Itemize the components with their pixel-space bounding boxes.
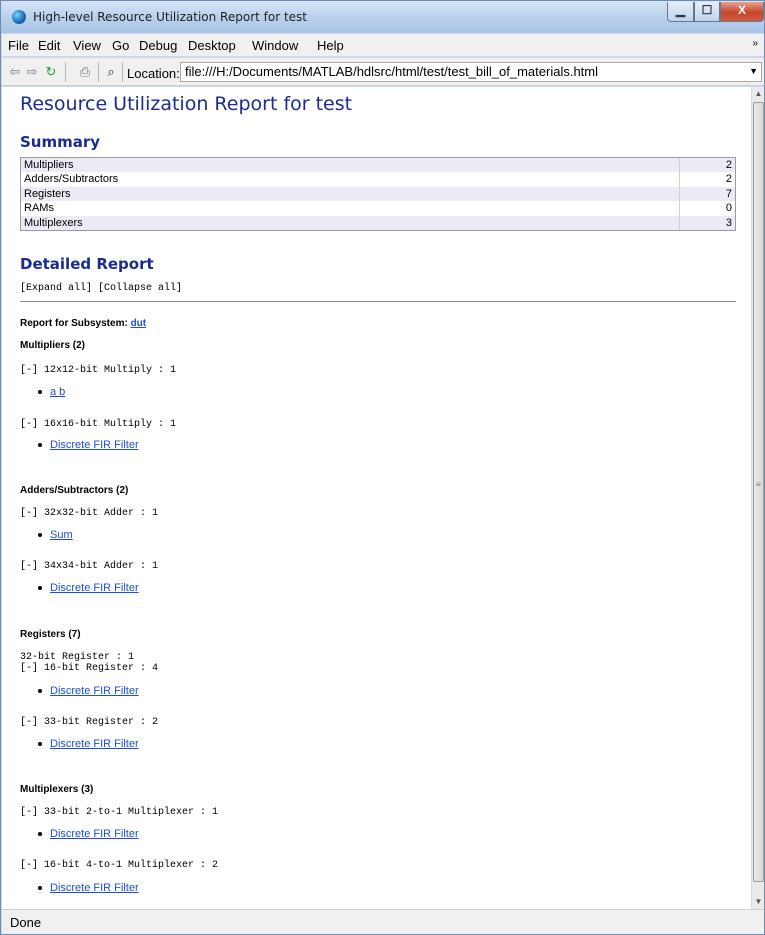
subsystem-label: Report for Subsystem: <box>20 318 128 329</box>
table-row: RAMs 0 <box>21 201 735 216</box>
reg-1-toggle[interactable]: [-] 16-bit Register : 4 <box>20 663 158 674</box>
find-icon[interactable]: ⌕ <box>103 64 119 80</box>
mult-2-toggle[interactable]: [-] 16x16-bit Multiply : 1 <box>20 419 176 430</box>
list-item: Discrete FIR Filter <box>38 685 139 697</box>
browser-window: High-level Resource Utilization Report f… <box>0 0 765 935</box>
scroll-down-icon[interactable]: ▼ <box>752 895 765 909</box>
collapse-all-link[interactable]: [Collapse all] <box>98 283 182 294</box>
close-button[interactable]: X <box>720 2 764 22</box>
table-row: Registers 7 <box>21 186 735 202</box>
location-label: Location: <box>127 66 180 81</box>
reg-0-text: 32-bit Register : 1 <box>20 652 135 663</box>
mult-2-link[interactable]: Discrete FIR Filter <box>50 439 139 451</box>
status-bar: Done <box>2 909 764 934</box>
menu-view[interactable]: View <box>73 38 101 53</box>
row-label: Multiplexers <box>24 216 83 229</box>
title-bar: High-level Resource Utilization Report f… <box>1 1 764 33</box>
add-2-link[interactable]: Discrete FIR Filter <box>50 582 139 594</box>
chevron-down-icon[interactable]: ▼ <box>749 66 758 76</box>
reg-2-link[interactable]: Discrete FIR Filter <box>50 738 139 750</box>
page-title: Resource Utilization Report for test <box>20 93 353 115</box>
row-value: 2 <box>725 173 732 186</box>
row-label: Registers <box>24 187 71 200</box>
adders-heading: Adders/Subtractors (2) <box>20 485 129 496</box>
refresh-icon[interactable]: ↻ <box>43 64 59 80</box>
menu-desktop[interactable]: Desktop <box>188 38 236 53</box>
maximize-icon: ☐ <box>701 3 713 17</box>
list-item: a b <box>38 386 65 398</box>
menu-overflow-icon[interactable]: » <box>752 38 758 49</box>
mux-1-toggle[interactable]: [-] 33-bit 2-to-1 Multiplexer : 1 <box>20 807 218 818</box>
row-label: Adders/Subtractors <box>24 173 119 186</box>
detailed-heading: Detailed Report <box>20 255 154 273</box>
menu-help[interactable]: Help <box>317 38 344 53</box>
toolbar: ⇦ ⇨ ↻ ⎙ ⌕ Location: file:///H:/Documents… <box>2 58 764 86</box>
back-icon[interactable]: ⇦ <box>7 64 23 80</box>
multiplexers-heading: Multiplexers (3) <box>20 784 94 795</box>
row-value: 0 <box>725 202 732 215</box>
scroll-up-icon[interactable]: ▲ <box>752 87 765 101</box>
mult-1-link[interactable]: a b <box>50 386 65 398</box>
vertical-scrollbar[interactable]: ▲ ≡ ▼ <box>751 87 764 909</box>
mux-2-toggle[interactable]: [-] 16-bit 4-to-1 Multiplexer : 2 <box>20 860 218 871</box>
expand-collapse-controls: [Expand all] [Collapse all] <box>20 283 182 294</box>
summary-table: Multipliers 2 Adders/Subtractors 2 Registe… <box>20 157 736 231</box>
mux-2-link[interactable]: Discrete FIR Filter <box>50 882 139 894</box>
row-value: 2 <box>725 159 732 171</box>
grip-icon: ≡ <box>756 480 761 489</box>
table-row: Multipliers 2 <box>21 158 735 173</box>
list-item: Sum <box>38 529 73 541</box>
status-text: Done <box>10 915 42 930</box>
add-2-toggle[interactable]: [-] 34x34-bit Adder : 1 <box>20 561 158 572</box>
window-title: High-level Resource Utilization Report f… <box>33 10 308 24</box>
multipliers-heading: Multipliers (2) <box>20 340 86 351</box>
list-item: Discrete FIR Filter <box>38 882 139 894</box>
report-content: Resource Utilization Report for test Sum… <box>2 87 751 909</box>
row-label: Multipliers <box>24 159 74 171</box>
mult-1-toggle[interactable]: [-] 12x12-bit Multiply : 1 <box>20 365 176 376</box>
subsystem-link[interactable]: dut <box>131 318 147 329</box>
reg-2-toggle[interactable]: [-] 33-bit Register : 2 <box>20 717 158 728</box>
list-item: Discrete FIR Filter <box>38 738 139 750</box>
scrollbar-thumb[interactable]: ≡ <box>753 102 764 882</box>
forward-icon[interactable]: ⇨ <box>24 64 40 80</box>
row-value: 3 <box>725 216 732 229</box>
summary-heading: Summary <box>20 133 101 151</box>
minimize-icon: ▁ <box>675 3 686 17</box>
add-1-link[interactable]: Sum <box>50 529 73 541</box>
close-icon: X <box>737 3 746 17</box>
print-icon[interactable]: ⎙ <box>77 64 93 80</box>
mux-1-link[interactable]: Discrete FIR Filter <box>50 828 139 840</box>
toolbar-separator <box>122 62 123 82</box>
app-icon <box>12 10 26 24</box>
location-value: file:///H:/Documents/MATLAB/hdlsrc/html/… <box>185 64 599 79</box>
menu-go[interactable]: Go <box>112 38 129 53</box>
list-item: Discrete FIR Filter <box>38 828 139 840</box>
divider <box>20 301 736 302</box>
list-item: Discrete FIR Filter <box>38 439 139 451</box>
menu-window[interactable]: Window <box>252 38 298 53</box>
toolbar-separator <box>98 62 99 82</box>
menu-edit[interactable]: Edit <box>38 38 60 53</box>
list-item: Discrete FIR Filter <box>38 582 139 594</box>
minimize-button[interactable]: ▁ <box>667 2 694 22</box>
maximize-button[interactable]: ☐ <box>694 2 720 22</box>
table-row: Multiplexers 3 <box>21 215 735 230</box>
table-row: Adders/Subtractors 2 <box>21 172 735 187</box>
toolbar-separator <box>65 62 66 82</box>
location-input[interactable]: file:///H:/Documents/MATLAB/hdlsrc/html/… <box>180 62 762 82</box>
row-value: 7 <box>725 187 732 200</box>
expand-all-link[interactable]: [Expand all] <box>20 283 92 294</box>
menu-bar: File Edit View Go Debug Desktop Window H… <box>2 34 764 57</box>
menu-file[interactable]: File <box>8 38 29 53</box>
menu-debug[interactable]: Debug <box>139 38 177 53</box>
row-label: RAMs <box>24 202 54 215</box>
reg-1-link[interactable]: Discrete FIR Filter <box>50 685 139 697</box>
add-1-toggle[interactable]: [-] 32x32-bit Adder : 1 <box>20 508 158 519</box>
subsystem-line: Report for Subsystem: dut <box>20 318 146 329</box>
registers-heading: Registers (7) <box>20 629 81 640</box>
